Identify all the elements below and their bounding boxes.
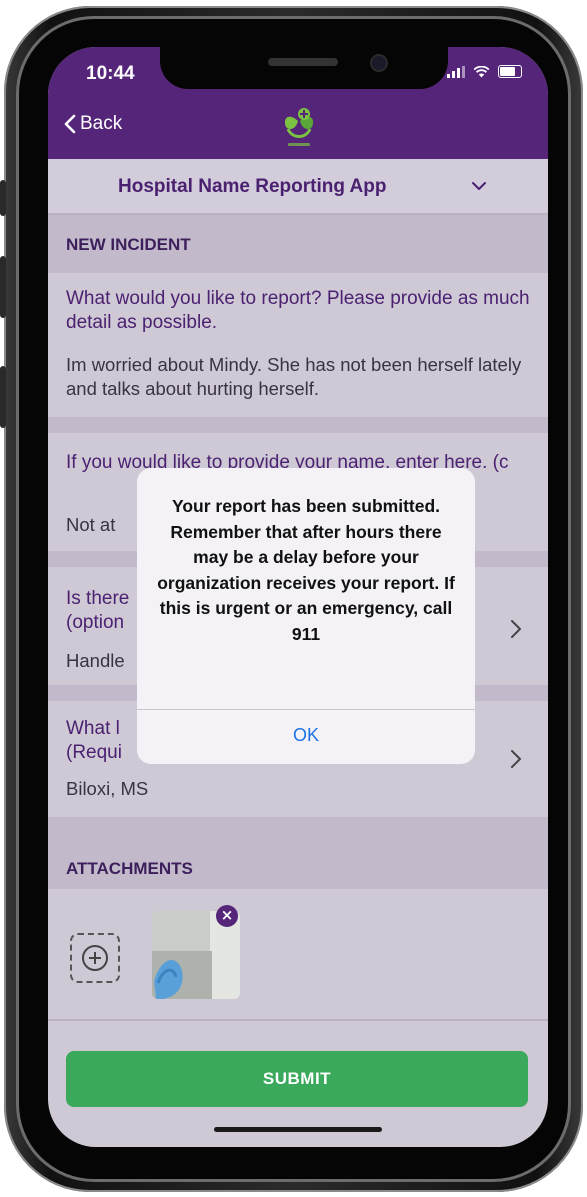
report-detail-answer: Im worried about Mindy. She has not been… xyxy=(66,354,522,399)
attachments-row: × xyxy=(48,889,548,1021)
side-button-volume-down xyxy=(0,366,6,428)
submit-button[interactable]: SUBMIT xyxy=(66,1051,528,1107)
status-time: 10:44 xyxy=(86,63,135,84)
cellular-signal-icon xyxy=(447,65,465,78)
alert-dialog: Your report has been submitted. Remember… xyxy=(137,468,475,764)
chevron-left-icon xyxy=(64,114,76,134)
close-icon: × xyxy=(220,906,234,924)
speaker xyxy=(268,58,338,66)
status-bar: 10:44 xyxy=(48,47,548,97)
camera xyxy=(370,54,388,72)
back-button[interactable]: Back xyxy=(64,113,122,135)
submit-label: SUBMIT xyxy=(262,1069,332,1088)
location-answer: Biloxi, MS xyxy=(66,778,149,799)
nav-bar: Back xyxy=(48,97,548,159)
new-incident-header: NEW INCIDENT xyxy=(48,215,548,273)
attachments-header: ATTACHMENTS xyxy=(48,817,548,889)
app-logo-icon xyxy=(284,108,314,146)
plus-icon xyxy=(82,945,108,971)
chevron-right-icon xyxy=(511,750,521,768)
app-selector[interactable]: Hospital Name Reporting App xyxy=(48,159,548,215)
phone-screen: 10:44 Back Hospital Name Reporting App N… xyxy=(48,47,548,1147)
alert-message: Your report has been submitted. Remember… xyxy=(157,496,455,644)
chevron-down-icon xyxy=(472,182,486,190)
system-icons xyxy=(447,65,522,78)
report-detail-question: What would you like to report? Please pr… xyxy=(66,288,530,333)
alert-ok-button[interactable]: OK xyxy=(137,710,475,764)
back-label: Back xyxy=(80,113,123,134)
home-indicator xyxy=(214,1127,382,1132)
attachments-title: ATTACHMENTS xyxy=(66,859,193,878)
chevron-right-icon xyxy=(511,620,521,638)
notch xyxy=(160,47,448,89)
section-title: NEW INCIDENT xyxy=(66,235,191,254)
wifi-icon xyxy=(473,65,490,77)
divider xyxy=(48,417,548,433)
report-detail-field[interactable]: What would you like to report? Please pr… xyxy=(48,273,548,417)
remove-attachment-button[interactable]: × xyxy=(216,905,238,927)
battery-icon xyxy=(498,65,522,78)
add-attachment-button[interactable] xyxy=(70,933,120,983)
app-selector-title: Hospital Name Reporting App xyxy=(118,176,387,197)
side-button-volume-up xyxy=(0,256,6,318)
side-button-mute xyxy=(0,180,6,216)
